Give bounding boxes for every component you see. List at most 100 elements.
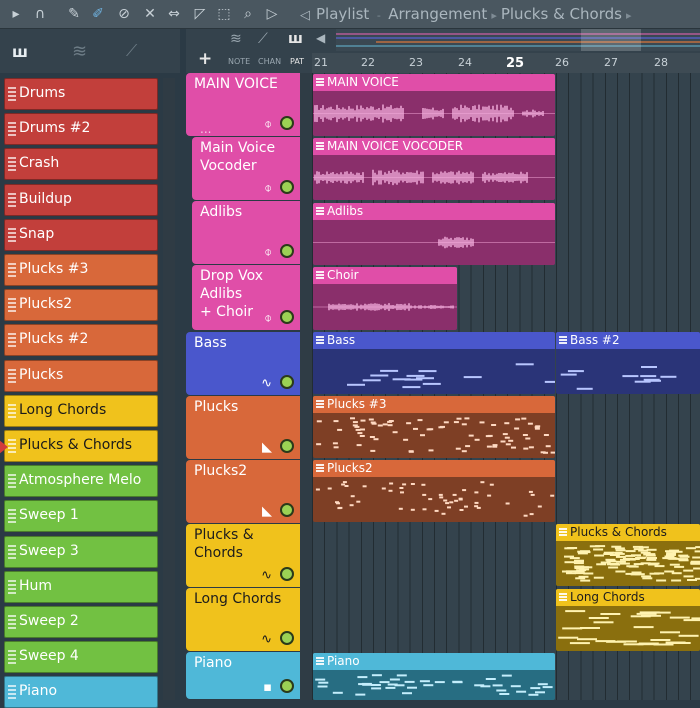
select-icon[interactable]: ⬚: [214, 4, 234, 24]
paint-icon[interactable]: ✐: [88, 4, 108, 24]
channel-item[interactable]: Sweep 3: [4, 536, 158, 568]
channel-item[interactable]: Drums: [4, 78, 158, 110]
slice-icon[interactable]: ◸: [190, 4, 210, 24]
clip-label: Plucks & Chords: [570, 525, 667, 539]
magnet-icon[interactable]: ∩: [30, 4, 50, 24]
channel-label: Sweep 4: [19, 648, 79, 664]
bar-number: 24: [458, 56, 472, 69]
waveform: [313, 155, 555, 200]
audio-clip[interactable]: MAIN VOICE: [313, 74, 555, 136]
track-header[interactable]: Drop Vox Adlibs + Choir⌽: [192, 265, 300, 330]
voice-lips-icon: ⌽: [264, 245, 272, 260]
track-header[interactable]: Long Chords∿: [186, 588, 300, 651]
window-title[interactable]: ◁Playlist - Arrangement▸Plucks & Chords▸: [300, 3, 635, 25]
track-enable-led[interactable]: [280, 503, 294, 517]
menu-arrow-icon[interactable]: ▸: [6, 4, 26, 24]
channel-item[interactable]: Sweep 4: [4, 641, 158, 673]
channel-item[interactable]: Drums #2: [4, 113, 158, 145]
chan-automation-icon[interactable]: ⟋: [258, 31, 268, 47]
channel-item[interactable]: Hum: [4, 571, 158, 603]
channel-item[interactable]: Sweep 1: [4, 500, 158, 532]
channel-item[interactable]: Atmosphere Melo: [4, 465, 158, 497]
channel-grip-icon: [8, 650, 16, 666]
bar-number: 27: [604, 56, 618, 69]
pattern-clip[interactable]: Long Chords: [556, 589, 700, 651]
channel-item[interactable]: Plucks #2: [4, 324, 158, 356]
audio-wave-icon[interactable]: ≋: [72, 41, 87, 62]
pattern-clip[interactable]: Piano: [313, 653, 555, 700]
track-header[interactable]: Bass∿: [186, 332, 300, 395]
clip-header[interactable]: Plucks & Chords: [556, 524, 700, 541]
clip-header[interactable]: Choir: [313, 267, 457, 284]
channel-item[interactable]: Piano: [4, 676, 158, 708]
pattern-clip[interactable]: Plucks2: [313, 460, 555, 522]
channel-grip-icon: [8, 122, 16, 138]
pat-icon[interactable]: ш: [288, 31, 303, 47]
channel-item[interactable]: Buildup: [4, 184, 158, 216]
track-header[interactable]: Piano▪: [186, 652, 300, 699]
brush-icon[interactable]: ✎: [64, 4, 84, 24]
channel-item[interactable]: Plucks & Chords: [4, 430, 158, 462]
track-enable-led[interactable]: [280, 679, 294, 693]
pattern-clip[interactable]: Bass #2: [556, 332, 700, 394]
clip-header[interactable]: MAIN VOICE VOCODER: [313, 138, 555, 155]
channel-item[interactable]: Long Chords: [4, 395, 158, 427]
clip-header[interactable]: Bass: [313, 332, 555, 349]
pattern-clip[interactable]: Plucks & Chords: [556, 524, 700, 586]
bar-number: 28: [654, 56, 668, 69]
mute-icon[interactable]: ⊘: [114, 4, 134, 24]
clip-header[interactable]: Bass #2: [556, 332, 700, 349]
track-enable-led[interactable]: [280, 631, 294, 645]
channel-item[interactable]: Snap: [4, 219, 158, 251]
song-overview[interactable]: [336, 29, 700, 51]
audio-clip[interactable]: MAIN VOICE VOCODER: [313, 138, 555, 200]
channel-label: Sweep 3: [19, 543, 79, 559]
browser-scrollbar[interactable]: [163, 78, 175, 700]
clip-header[interactable]: Long Chords: [556, 589, 700, 606]
track-header[interactable]: MAIN VOICE⌽...: [186, 73, 300, 136]
clip-header[interactable]: MAIN VOICE: [313, 74, 555, 91]
automation-icon[interactable]: ⟋: [126, 41, 137, 61]
track-enable-led[interactable]: [280, 439, 294, 453]
note-wave-icon[interactable]: ≋: [230, 31, 242, 47]
pattern-clip[interactable]: Plucks #3: [313, 396, 555, 458]
track-header[interactable]: Plucks2◣: [186, 460, 300, 523]
clip-header[interactable]: Piano: [313, 653, 555, 670]
track-enable-led[interactable]: [280, 116, 294, 130]
channel-label: Sweep 2: [19, 613, 79, 629]
scroll-left-icon[interactable]: ◀: [316, 31, 325, 45]
zoom-icon[interactable]: ⌕: [238, 4, 258, 24]
channel-item[interactable]: Crash: [4, 148, 158, 180]
channel-item[interactable]: Plucks2: [4, 289, 158, 321]
slip-icon[interactable]: ⇔: [164, 4, 184, 24]
channel-grip-icon: [8, 545, 16, 561]
track-enable-led[interactable]: [280, 375, 294, 389]
clip-header[interactable]: Adlibs: [313, 203, 555, 220]
track-header[interactable]: Plucks◣: [186, 396, 300, 459]
track-header[interactable]: Main Voice Vocoder⌽: [192, 137, 300, 200]
channel-item[interactable]: Plucks: [4, 360, 158, 392]
track-enable-led[interactable]: [280, 180, 294, 194]
clip-header[interactable]: Plucks2: [313, 460, 555, 477]
track-enable-led[interactable]: [280, 567, 294, 581]
add-track-icon[interactable]: +: [198, 49, 212, 69]
audio-clip[interactable]: Adlibs: [313, 203, 555, 265]
speaker-mute-icon[interactable]: ✕: [140, 4, 160, 24]
track-enable-led[interactable]: [280, 244, 294, 258]
clip-header[interactable]: Plucks #3: [313, 396, 555, 413]
timeline-ruler[interactable]: 21 22 23 24 25 26 27 28: [312, 53, 700, 73]
pattern-clip[interactable]: Bass: [313, 332, 555, 394]
track-header[interactable]: Adlibs⌽: [192, 201, 300, 264]
track-enable-led[interactable]: [280, 310, 294, 324]
pattern-clip-icon: [316, 336, 324, 345]
note-label: NOTE: [228, 57, 250, 66]
channel-item[interactable]: Sweep 2: [4, 606, 158, 638]
clip-label: Bass: [327, 333, 355, 347]
channel-item[interactable]: Plucks #3: [4, 254, 158, 286]
track-header[interactable]: Plucks & Chords∿: [186, 524, 300, 587]
play-icon[interactable]: ▷: [262, 4, 282, 24]
channel-label: Plucks2: [19, 296, 72, 312]
audio-clip[interactable]: Choir: [313, 267, 457, 330]
title-prefix: Playlist: [316, 5, 369, 23]
pattern-icon[interactable]: ш: [12, 43, 28, 61]
